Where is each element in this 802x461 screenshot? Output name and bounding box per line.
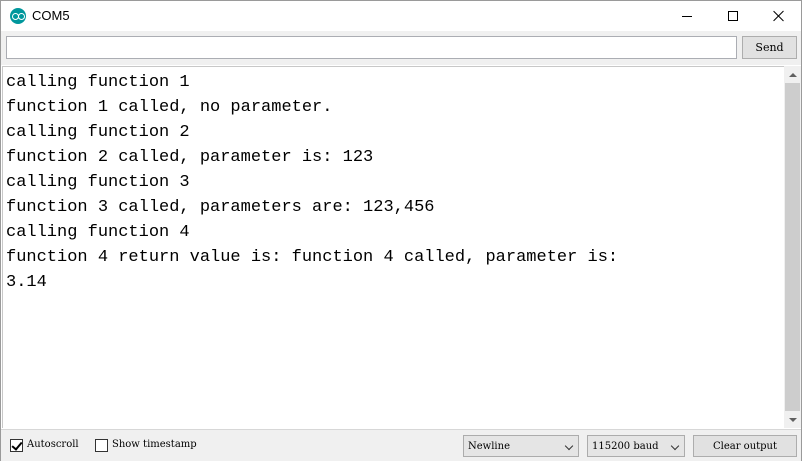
scroll-up-button[interactable] [784,66,801,83]
serial-monitor-window: COM5 Send calling function 1 function 1 … [0,0,802,461]
chevron-down-icon [788,417,797,422]
show-timestamp-label: Show timestamp [112,439,197,450]
minimize-icon [682,15,692,17]
line-ending-select[interactable]: Newline [463,435,579,457]
show-timestamp-checkbox[interactable] [95,439,108,452]
serial-output[interactable]: calling function 1 function 1 called, no… [2,66,784,428]
clear-output-button[interactable]: Clear output [693,435,797,457]
autoscroll-checkbox[interactable] [10,439,23,452]
output-line: calling function 3 [6,173,190,192]
arduino-icon [10,8,26,24]
output-line: 3.14 [6,273,47,292]
close-icon [773,10,785,22]
output-line: function 4 return value is: function 4 c… [6,248,619,267]
maximize-icon [728,11,738,21]
output-line: function 3 called, parameters are: 123,4… [6,198,435,217]
footer-bar: Autoscroll Show timestamp Newline 115200… [1,429,801,461]
output-line: calling function 4 [6,223,190,242]
chevron-down-icon [564,441,574,451]
title-bar: COM5 [1,1,801,31]
output-line: calling function 1 [6,73,190,92]
minimize-button[interactable] [664,1,710,31]
baud-rate-value: 115200 baud [592,440,659,452]
scroll-thumb[interactable] [785,83,800,411]
serial-input[interactable] [6,36,737,59]
scroll-down-button[interactable] [784,411,801,428]
send-row: Send [1,31,801,65]
output-line: function 1 called, no parameter. [6,98,333,117]
chevron-up-icon [788,72,797,77]
output-line: function 2 called, parameter is: 123 [6,148,374,167]
autoscroll-label: Autoscroll [27,439,79,450]
maximize-button[interactable] [710,1,756,31]
send-button[interactable]: Send [742,36,797,59]
close-button[interactable] [756,1,802,31]
line-ending-value: Newline [468,440,510,452]
chevron-down-icon [670,441,680,451]
baud-rate-select[interactable]: 115200 baud [587,435,685,457]
window-title: COM5 [32,8,70,23]
output-lines: calling function 1 function 1 called, no… [6,70,618,295]
vertical-scrollbar[interactable] [784,66,801,428]
output-line: calling function 2 [6,123,190,142]
